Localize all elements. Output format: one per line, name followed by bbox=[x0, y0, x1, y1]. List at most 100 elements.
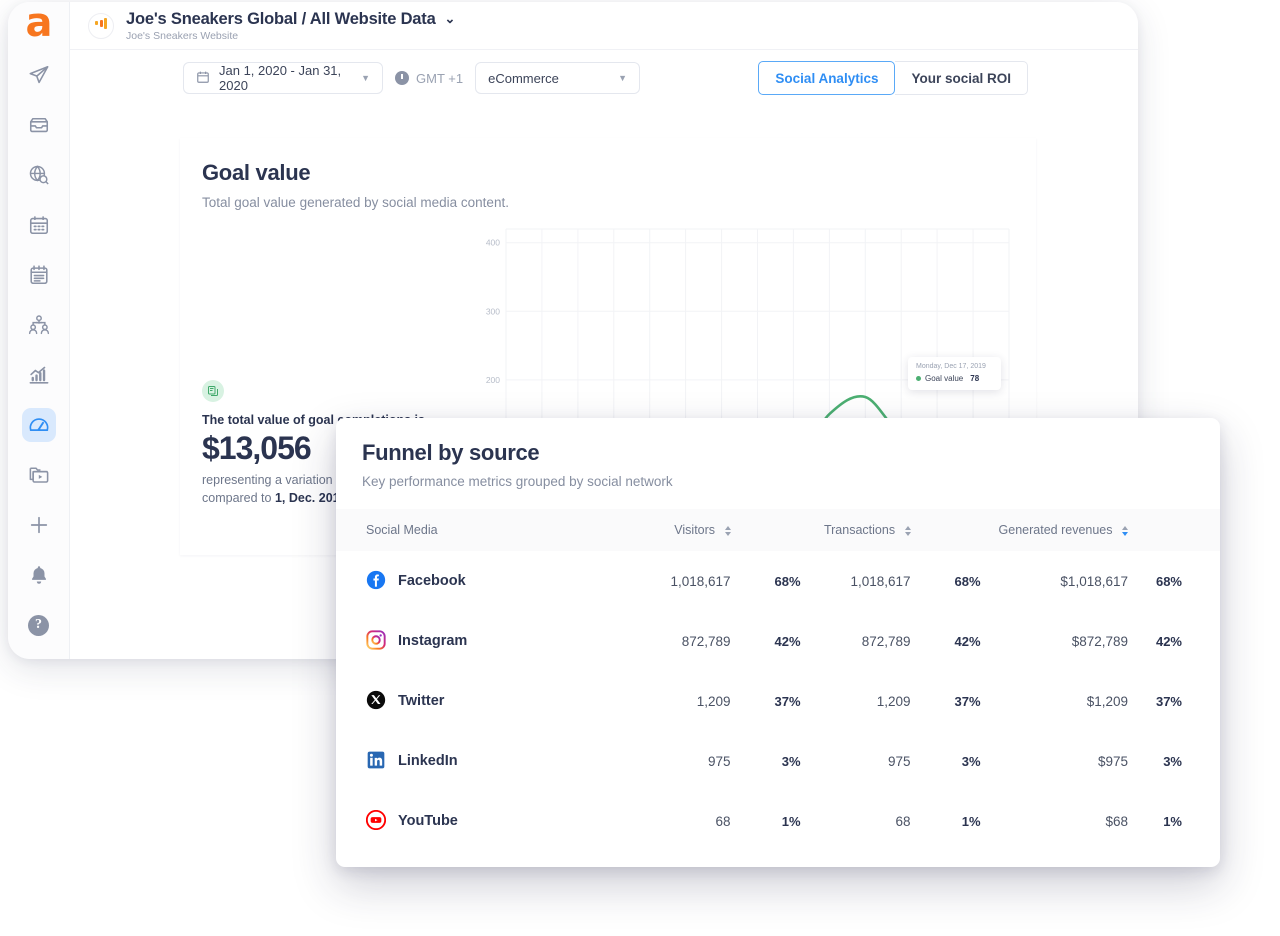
sidebar-item-notifications[interactable] bbox=[22, 558, 56, 592]
cell-network: Instagram bbox=[336, 611, 641, 671]
funnel-title: Funnel by source bbox=[336, 418, 1220, 466]
linkedin-icon bbox=[366, 750, 386, 773]
sidebar-nav: ? bbox=[8, 58, 69, 659]
app-logo[interactable]: a bbox=[8, 2, 69, 39]
segment-select[interactable]: eCommerce ▼ bbox=[475, 62, 640, 94]
chevron-down-icon[interactable]: ▼ bbox=[618, 73, 627, 83]
col-label: Visitors bbox=[674, 523, 715, 537]
col-social-media: Social Media bbox=[336, 509, 641, 551]
media-library-icon bbox=[28, 464, 50, 486]
table-row[interactable]: YouTube681%681%$681% bbox=[336, 791, 1220, 851]
youtube-icon bbox=[366, 810, 386, 833]
sidebar-item-add[interactable] bbox=[22, 508, 56, 542]
table-row[interactable]: Twitter1,20937%1,20937%$1,20937% bbox=[336, 671, 1220, 731]
calendar-icon bbox=[28, 214, 50, 236]
property-subtitle: Joe's Sneakers Website bbox=[126, 30, 455, 42]
cell-visitors-pct: 68% bbox=[731, 551, 819, 611]
legend-dot-icon bbox=[916, 376, 921, 381]
sidebar-item-inbox[interactable] bbox=[22, 108, 56, 142]
send-icon bbox=[28, 64, 50, 86]
chevron-down-icon[interactable]: ⌄ bbox=[445, 11, 456, 27]
cell-transactions-pct: 42% bbox=[911, 611, 999, 671]
sidebar-item-analytics[interactable] bbox=[22, 358, 56, 392]
globe-search-icon bbox=[28, 164, 50, 186]
table-row[interactable]: Instagram872,78942%872,78942%$872,78942% bbox=[336, 611, 1220, 671]
network-label: YouTube bbox=[398, 813, 458, 829]
col-visitors[interactable]: Visitors bbox=[641, 509, 731, 551]
cell-visitors: 1,018,617 bbox=[641, 551, 731, 611]
sort-toggle-icon[interactable] bbox=[905, 526, 911, 536]
property-selector[interactable]: Joe's Sneakers Global / All Website Data… bbox=[126, 10, 455, 42]
timezone-label: GMT +1 bbox=[416, 71, 463, 86]
col-generated-revenues[interactable]: Generated revenues bbox=[999, 509, 1128, 551]
calendar-icon bbox=[196, 70, 210, 87]
network-label: LinkedIn bbox=[398, 753, 458, 769]
cell-visitors-pct: 42% bbox=[731, 611, 819, 671]
cell-transactions: 1,018,617 bbox=[819, 551, 911, 611]
tab-social-analytics[interactable]: Social Analytics bbox=[758, 61, 895, 95]
cell-transactions: 975 bbox=[819, 731, 911, 791]
table-row[interactable]: LinkedIn9753%9753%$9753% bbox=[336, 731, 1220, 791]
cell-transactions-pct: 68% bbox=[911, 551, 999, 611]
cell-visitors: 975 bbox=[641, 731, 731, 791]
cell-revenues: $1,018,617 bbox=[999, 551, 1128, 611]
cell-transactions-pct: 3% bbox=[911, 731, 999, 791]
chart-tooltip: Monday, Dec 17, 2019 Goal value 78 bbox=[908, 357, 1001, 390]
cell-transactions-pct: 37% bbox=[911, 671, 999, 731]
sort-toggle-icon[interactable] bbox=[725, 526, 731, 536]
cell-network: Facebook bbox=[336, 551, 641, 611]
page-title: Joe's Sneakers Global / All Website Data bbox=[126, 10, 436, 29]
tab-your-social-roi[interactable]: Your social ROI bbox=[895, 61, 1028, 95]
cell-network: LinkedIn bbox=[336, 731, 641, 791]
dashboard-gauge-icon bbox=[28, 414, 50, 436]
sidebar-item-media[interactable] bbox=[22, 458, 56, 492]
cell-transactions: 68 bbox=[819, 791, 911, 851]
col-transactions[interactable]: Transactions bbox=[819, 509, 911, 551]
cell-visitors-pct: 3% bbox=[731, 731, 819, 791]
cell-transactions: 872,789 bbox=[819, 611, 911, 671]
sidebar-item-listening[interactable] bbox=[22, 158, 56, 192]
sidebar-item-calendar[interactable] bbox=[22, 208, 56, 242]
notes-icon bbox=[28, 264, 50, 286]
bell-icon bbox=[28, 564, 50, 586]
sidebar-item-notes[interactable] bbox=[22, 258, 56, 292]
goal-card-subtitle: Total goal value generated by social med… bbox=[180, 186, 1036, 210]
goal-variation-text: representing a variation of bbox=[202, 473, 347, 487]
cell-revenues-pct: 68% bbox=[1128, 551, 1220, 611]
cell-transactions-pct: 1% bbox=[911, 791, 999, 851]
controls-bar: Jan 1, 2020 - Jan 31, 2020 ▼ GMT +1 eCom… bbox=[70, 50, 1138, 106]
sort-toggle-icon-active[interactable] bbox=[1122, 526, 1128, 536]
col-label: Transactions bbox=[824, 523, 895, 537]
property-chart-icon bbox=[88, 13, 114, 39]
tooltip-date: Monday, Dec 17, 2019 bbox=[916, 363, 993, 370]
help-icon: ? bbox=[28, 615, 49, 636]
date-range-value: Jan 1, 2020 - Jan 31, 2020 bbox=[219, 63, 352, 93]
view-tabs: Social Analytics Your social ROI bbox=[758, 61, 1028, 95]
col-visitors-pct bbox=[731, 509, 819, 551]
cell-transactions: 1,209 bbox=[819, 671, 911, 731]
network-label: Twitter bbox=[398, 693, 444, 709]
team-icon bbox=[28, 314, 50, 336]
segment-value: eCommerce bbox=[488, 71, 559, 86]
date-range-picker[interactable]: Jan 1, 2020 - Jan 31, 2020 ▼ bbox=[183, 62, 383, 94]
funnel-by-source-card: Funnel by source Key performance metrics… bbox=[336, 418, 1220, 867]
facebook-icon bbox=[366, 570, 386, 593]
sidebar-item-dashboard[interactable] bbox=[22, 408, 56, 442]
cell-visitors: 68 bbox=[641, 791, 731, 851]
table-row[interactable]: Facebook1,018,61768%1,018,61768%$1,018,6… bbox=[336, 551, 1220, 611]
sidebar-item-team[interactable] bbox=[22, 308, 56, 342]
chevron-down-icon[interactable]: ▼ bbox=[361, 73, 370, 83]
logo-letter: a bbox=[26, 8, 52, 39]
sidebar-item-publish[interactable] bbox=[22, 58, 56, 92]
plus-icon bbox=[28, 514, 50, 536]
cell-visitors-pct: 1% bbox=[731, 791, 819, 851]
sidebar: a bbox=[8, 2, 70, 659]
goal-copy-icon bbox=[202, 380, 224, 402]
col-label: Social Media bbox=[366, 523, 438, 537]
cell-visitors: 1,209 bbox=[641, 671, 731, 731]
goal-compare-text: compared to bbox=[202, 491, 271, 505]
sidebar-item-help[interactable]: ? bbox=[22, 608, 56, 642]
analytics-bars-icon bbox=[28, 364, 50, 386]
timezone-indicator: GMT +1 bbox=[395, 71, 463, 86]
cell-network: Twitter bbox=[336, 671, 641, 731]
